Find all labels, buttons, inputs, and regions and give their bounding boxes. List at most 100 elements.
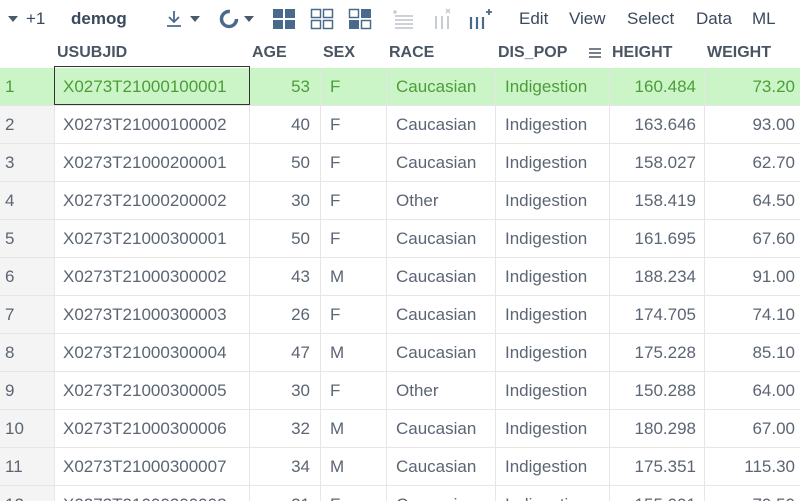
menu-view[interactable]: View [569,0,606,38]
cell-age[interactable]: 30 [250,182,321,219]
cell-usubjid[interactable]: X0273T21000300005 [55,372,250,409]
row-number[interactable]: 11 [0,448,55,485]
cell-sex[interactable]: F [321,296,387,333]
row-number[interactable]: 10 [0,410,55,447]
menu-edit[interactable]: Edit [519,0,548,38]
cell-weight[interactable]: 67.60 [705,220,800,257]
cell-age[interactable]: 43 [250,258,321,295]
cell-usubjid[interactable]: X0273T21000300007 [55,448,250,485]
column-header-height[interactable]: HEIGHT [610,38,705,68]
cell-height[interactable]: 158.419 [610,182,705,219]
cell-usubjid[interactable]: X0273T21000100001 [55,68,250,105]
cell-race[interactable]: Caucasian [387,144,496,181]
cell-sex[interactable]: F [321,182,387,219]
cell-height[interactable]: 150.288 [610,372,705,409]
row-number[interactable]: 5 [0,220,55,257]
cell-dis-pop[interactable]: Indigestion [496,486,610,501]
cell-race[interactable]: Caucasian [387,296,496,333]
column-header-dis-pop[interactable]: DIS_POP [496,38,586,68]
cell-height[interactable]: 155.091 [610,486,705,501]
cell-dis-pop[interactable]: Indigestion [496,182,610,219]
cell-dis-pop[interactable]: Indigestion [496,334,610,371]
layout-grid-button[interactable] [272,0,296,38]
row-number[interactable]: 2 [0,106,55,143]
cell-height[interactable]: 175.228 [610,334,705,371]
cell-usubjid[interactable]: X0273T21000300006 [55,410,250,447]
cell-sex[interactable]: M [321,258,387,295]
tables-dropdown[interactable]: +1 [8,0,45,38]
cell-usubjid[interactable]: X0273T21000300002 [55,258,250,295]
row-number[interactable]: 1 [0,68,55,105]
cell-race[interactable]: Caucasian [387,220,496,257]
cell-race[interactable]: Caucasian [387,106,496,143]
column-header-race[interactable]: RACE [387,38,496,68]
table-row[interactable]: 12X0273T2100030000821FCaucasianIndigesti… [0,486,800,501]
column-header-weight[interactable]: WEIGHT [705,38,800,68]
cell-weight[interactable]: 91.00 [705,258,800,295]
table-row[interactable]: 4 X0273T21000200002 30 F Other Indigestion 158… [0,182,800,220]
cell-race[interactable]: Caucasian [387,410,496,447]
download-button[interactable] [164,0,200,38]
column-menu-button[interactable] [586,38,608,68]
cell-usubjid[interactable]: X0273T21000300008 [55,486,250,501]
row-number[interactable]: 7 [0,296,55,333]
menu-data[interactable]: Data [696,0,732,38]
cell-height[interactable]: 161.695 [610,220,705,257]
table-row[interactable]: 10 X0273T21000300006 32 M Caucasian Indigesti… [0,410,800,448]
cell-usubjid[interactable]: X0273T21000300001 [55,220,250,257]
cell-weight[interactable]: 67.00 [705,410,800,447]
row-number[interactable]: 12 [0,486,55,501]
cell-height[interactable]: 174.705 [610,296,705,333]
cell-height[interactable]: 160.484 [610,68,705,105]
column-header-usubjid[interactable]: USUBJID [55,38,250,68]
cell-dis-pop[interactable]: Indigestion [496,106,610,143]
cell-sex[interactable]: F [321,68,387,105]
table-row[interactable]: 8 X0273T21000300004 47 M Caucasian Indigestio… [0,334,800,372]
cell-dis-pop[interactable]: Indigestion [496,68,610,105]
cell-age[interactable]: 50 [250,220,321,257]
cell-sex[interactable]: M [321,334,387,371]
refresh-button[interactable] [218,0,254,38]
cell-usubjid[interactable]: X0273T21000200002 [55,182,250,219]
cell-height[interactable]: 175.351 [610,448,705,485]
column-header-sex[interactable]: SEX [321,38,387,68]
cell-sex[interactable]: M [321,448,387,485]
cell-age[interactable]: 30 [250,372,321,409]
cell-weight[interactable]: 70.50 [705,486,800,501]
cell-age[interactable]: 50 [250,144,321,181]
cell-race[interactable]: Caucasian [387,448,496,485]
cell-weight[interactable]: 74.10 [705,296,800,333]
cell-usubjid[interactable]: X0273T21000300004 [55,334,250,371]
row-number[interactable]: 9 [0,372,55,409]
cell-race[interactable]: Caucasian [387,258,496,295]
cell-race[interactable]: Caucasian [387,334,496,371]
cell-height[interactable]: 180.298 [610,410,705,447]
cell-sex[interactable]: F [321,372,387,409]
row-number[interactable]: 6 [0,258,55,295]
table-row[interactable]: 11 X0273T21000300007 34 M Caucasian Indigesti… [0,448,800,486]
cell-usubjid[interactable]: X0273T21000200001 [55,144,250,181]
cell-race[interactable]: Other [387,182,496,219]
cell-weight[interactable]: 73.20 [705,68,800,105]
cell-dis-pop[interactable]: Indigestion [496,296,610,333]
row-number[interactable]: 4 [0,182,55,219]
cell-race[interactable]: Caucasian [387,68,496,105]
table-name[interactable]: demog [71,0,127,38]
cell-weight[interactable]: 62.70 [705,144,800,181]
table-row[interactable]: 7 X0273T21000300003 26 F Caucasian Indigestio… [0,296,800,334]
table-row[interactable]: 2 X0273T21000100002 40 F Caucasian Indigestio… [0,106,800,144]
cell-dis-pop[interactable]: Indigestion [496,448,610,485]
cell-age[interactable]: 53 [250,68,321,105]
add-rows-button[interactable] [392,0,416,38]
add-columns-button[interactable] [432,0,456,38]
table-row[interactable]: 6 X0273T21000300002 43 M Caucasian Indigestio… [0,258,800,296]
cell-age[interactable]: 47 [250,334,321,371]
menu-ml[interactable]: ML [752,0,776,38]
cell-weight[interactable]: 64.50 [705,182,800,219]
cell-age[interactable]: 40 [250,106,321,143]
table-row[interactable]: 9 X0273T21000300005 30 F Other Indigestion 150… [0,372,800,410]
cell-sex[interactable]: F [321,486,387,501]
cell-age[interactable]: 32 [250,410,321,447]
cell-dis-pop[interactable]: Indigestion [496,258,610,295]
table-row[interactable]: 5 X0273T21000300001 50 F Caucasian Indigestio… [0,220,800,258]
